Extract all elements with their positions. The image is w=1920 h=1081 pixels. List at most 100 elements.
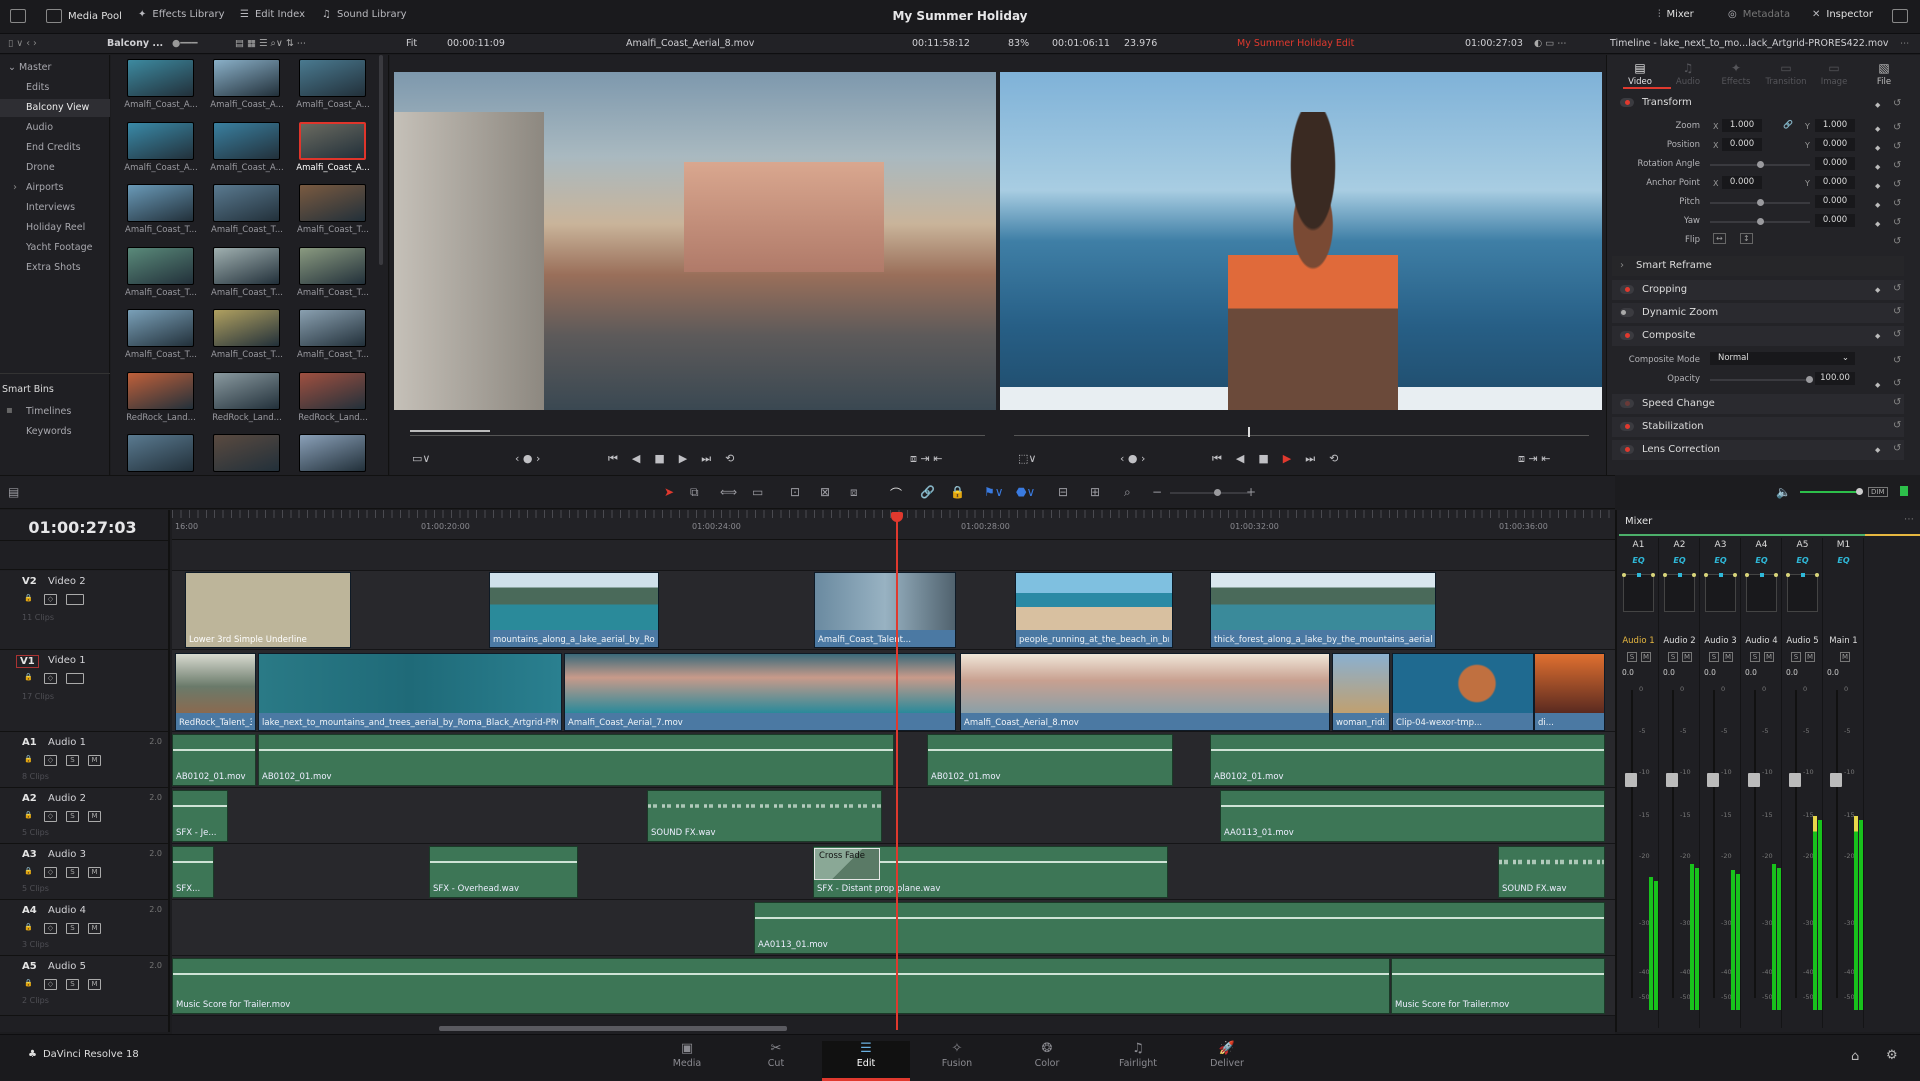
media-clip-thumbnail[interactable] (299, 246, 366, 285)
page-fusion[interactable]: ✧ Fusion (913, 1041, 1001, 1069)
source-fit-dropdown[interactable]: Fit (406, 38, 417, 49)
smart-reframe-section[interactable]: › Smart Reframe (1612, 256, 1904, 276)
track-enable-icon[interactable] (66, 594, 84, 605)
volume-fader[interactable] (1707, 773, 1719, 787)
timeline-view-options-icon[interactable]: ▤ (8, 485, 19, 499)
volume-fader[interactable] (1666, 773, 1678, 787)
solo-button[interactable]: S (1791, 652, 1801, 662)
mute-button[interactable]: M (1682, 652, 1692, 662)
media-clip-thumbnail[interactable] (213, 184, 280, 222)
home-icon[interactable]: ⌂ (1851, 1049, 1859, 1064)
audio-clip[interactable]: AA0113_01.mov (1220, 790, 1605, 842)
rotation-slider[interactable] (1710, 161, 1810, 168)
reset-icon[interactable]: ↺ (1893, 329, 1901, 340)
keyframe-icon[interactable]: ◆ (1875, 125, 1880, 133)
pan-control[interactable] (1745, 573, 1778, 612)
timeline-clip[interactable]: thick_forest_along_a_lake_by_the_mountai… (1210, 572, 1436, 648)
mute-button[interactable]: M (88, 755, 101, 766)
keyframe-icon[interactable]: ◆ (1875, 144, 1880, 152)
blade-tool-icon[interactable]: ▭ (752, 485, 763, 499)
track-code[interactable]: V1 (16, 655, 39, 668)
bin-item-selected[interactable]: Balcony View (0, 99, 110, 117)
bin-master[interactable]: ⌄ Master (0, 59, 110, 77)
reset-icon[interactable]: ↺ (1893, 378, 1901, 389)
program-jog[interactable]: ‹ ● › (1120, 452, 1145, 465)
media-clip-thumbnail[interactable] (127, 246, 194, 285)
track-code[interactable]: A4 (22, 905, 37, 916)
bin-item[interactable]: End Credits (0, 139, 110, 157)
auto-select-icon[interactable]: ◇ (44, 755, 57, 766)
reset-icon[interactable]: ↺ (1893, 283, 1901, 294)
media-clip-thumbnail[interactable] (127, 309, 194, 347)
zoom-out-icon[interactable]: − (1152, 485, 1162, 499)
keyframe-icon[interactable]: ◆ (1875, 201, 1880, 209)
solo-button[interactable]: S (1750, 652, 1760, 662)
mute-button[interactable]: M (1805, 652, 1815, 662)
pitch-slider[interactable] (1710, 199, 1810, 206)
eq-button[interactable]: EQ (1701, 556, 1740, 565)
track-code[interactable]: A3 (22, 849, 37, 860)
anchor-x-field[interactable]: 0.000 (1722, 176, 1762, 189)
zoom-x-field[interactable]: 1.000 (1722, 119, 1762, 132)
lock-icon[interactable]: 🔒 (22, 594, 35, 605)
trim-tool-icon[interactable]: ⧉ (690, 485, 699, 500)
timeline-clip[interactable]: mountains_along_a_lake_aerial_by_Roma... (489, 572, 659, 648)
viewer-options-icon[interactable]: ◐ ▭ ⋯ (1534, 38, 1567, 49)
reset-icon[interactable]: ↺ (1893, 236, 1901, 247)
timeline-clip[interactable]: Amalfi_Coast_Talent... (814, 572, 956, 648)
link-icon[interactable]: 🔗 (1783, 120, 1793, 129)
mute-button[interactable]: M (88, 979, 101, 990)
position-x-field[interactable]: 0.000 (1722, 138, 1762, 151)
stabilization-toggle[interactable] (1620, 422, 1634, 431)
auto-select-icon[interactable]: ◇ (44, 594, 57, 605)
keyframe-icon[interactable]: ◆ (1875, 220, 1880, 228)
settings-gear-icon[interactable]: ⚙ (1886, 1048, 1898, 1063)
volume-fader[interactable] (1625, 773, 1637, 787)
yaw-slider[interactable] (1710, 218, 1810, 225)
auto-select-icon[interactable]: ◇ (44, 979, 57, 990)
source-clip-dropdown[interactable]: Amalfi_Coast_Aerial_8.mov (626, 38, 754, 49)
transform-section-header[interactable]: Transform (1612, 93, 1904, 113)
volume-fader[interactable] (1748, 773, 1760, 787)
track-name[interactable]: Audio 5 (48, 961, 86, 972)
tab-audio[interactable]: ♫ Audio (1663, 61, 1713, 87)
keyframe-icon[interactable]: ◆ (1875, 182, 1880, 190)
bin-item[interactable]: Interviews (0, 199, 110, 217)
media-clip-thumbnail[interactable] (213, 59, 280, 97)
inspector-button[interactable]: ✕ Inspector (1812, 9, 1873, 20)
audio-clip[interactable]: Music Score for Trailer.mov (172, 958, 1390, 1014)
view-mode-icons[interactable]: ▤ ▦ ☰ ⌕∨ ⇅ ⋯ (235, 38, 306, 49)
bin-item[interactable]: Extra Shots (0, 259, 110, 277)
audio-clip[interactable]: SOUND FX.wav (1498, 846, 1605, 898)
tab-effects[interactable]: ✦ Effects (1711, 61, 1761, 87)
track-enable-icon[interactable] (66, 673, 84, 684)
replace-clip-icon[interactable]: ⧈ (850, 485, 858, 500)
media-clip-thumbnail[interactable] (299, 59, 366, 97)
mixer-button[interactable]: ⫶ Mixer (1658, 9, 1694, 20)
yaw-field[interactable]: 0.000 (1815, 214, 1855, 227)
selection-tool-icon[interactable]: ➤ (664, 485, 674, 499)
dim-button[interactable]: DIM (1868, 487, 1888, 497)
page-fairlight[interactable]: ♫ Fairlight (1094, 1041, 1182, 1069)
track-name[interactable]: Audio 1 (48, 737, 86, 748)
chevron-right-icon[interactable]: › (13, 182, 17, 193)
page-cut[interactable]: ✂ Cut (732, 1041, 820, 1069)
keyframe-icon[interactable]: ◆ (1875, 446, 1880, 454)
auto-select-icon[interactable]: ◇ (44, 811, 57, 822)
metadata-button[interactable]: ◎ Metadata (1728, 9, 1790, 20)
track-name[interactable]: Audio 3 (48, 849, 86, 860)
lock-icon[interactable]: 🔒 (22, 979, 35, 990)
pan-control[interactable] (1786, 573, 1819, 612)
tab-image[interactable]: ▭ Image (1809, 61, 1859, 87)
audio-clip[interactable]: AB0102_01.mov (258, 734, 894, 786)
media-clip-thumbnail[interactable] (127, 121, 194, 160)
source-video-frame[interactable] (394, 72, 996, 410)
mute-button[interactable]: M (88, 923, 101, 934)
media-clip-thumbnail[interactable] (299, 371, 366, 410)
timeline-scrubber[interactable] (1014, 435, 1589, 436)
page-edit[interactable]: ☰ Edit (822, 1041, 910, 1081)
bin-item[interactable]: Holiday Reel (0, 219, 110, 237)
reset-icon[interactable]: ↺ (1893, 98, 1901, 109)
bin-item[interactable]: Drone (0, 159, 110, 177)
timeline-clip[interactable]: Lower 3rd Simple Underline (185, 572, 351, 648)
